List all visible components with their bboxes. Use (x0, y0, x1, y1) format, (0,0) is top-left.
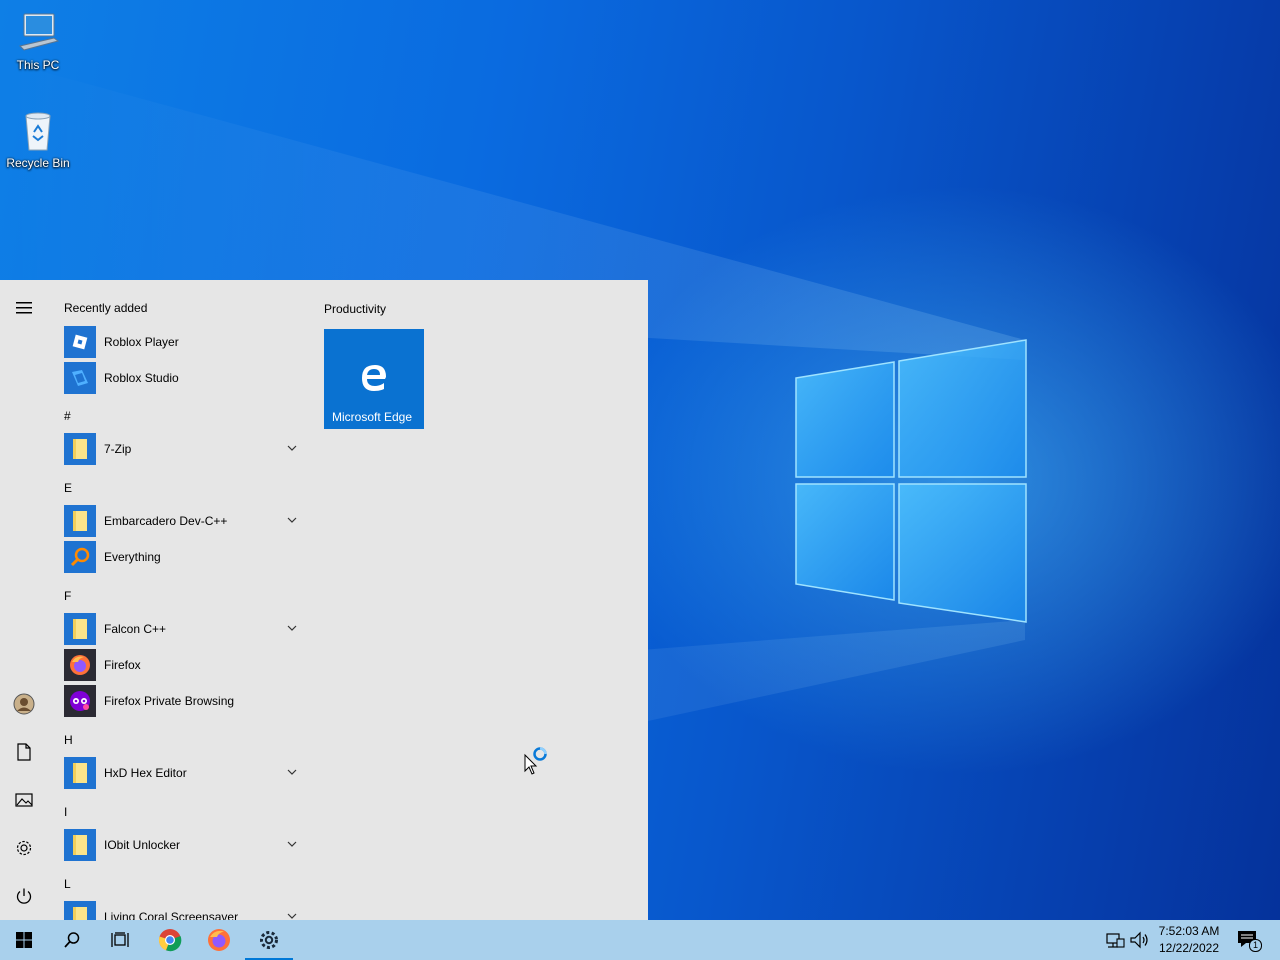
volume-icon[interactable] (1129, 930, 1149, 950)
folder-icon (64, 505, 96, 537)
tile-label: Microsoft Edge (332, 410, 413, 424)
app-item-roblox-player[interactable]: Roblox Player (64, 325, 304, 359)
roblox-player-icon (64, 326, 96, 358)
clock-date: 12/22/2022 (1158, 941, 1220, 955)
firefox-icon[interactable] (195, 920, 243, 960)
firefox-private-icon (64, 685, 96, 717)
desktop-icon-recycle-bin[interactable]: Recycle Bin (0, 106, 76, 170)
desktop-icon-label: Recycle Bin (6, 156, 70, 170)
folder-icon (64, 901, 96, 920)
app-item-iobit-unlocker[interactable]: IObit Unlocker (64, 828, 304, 862)
pictures-icon[interactable] (0, 776, 48, 824)
firefox-icon (64, 649, 96, 681)
recently-added-header: Recently added (64, 301, 148, 315)
folder-icon (64, 757, 96, 789)
desktop-icon-label: This PC (16, 58, 60, 72)
folder-icon (64, 433, 96, 465)
chrome-icon[interactable] (146, 920, 194, 960)
search-icon[interactable] (48, 920, 96, 960)
busy-cursor-icon (524, 747, 547, 775)
app-item-roblox-studio[interactable]: Roblox Studio (64, 361, 304, 395)
chevron-down-icon[interactable] (286, 442, 298, 454)
settings-gear-icon[interactable] (0, 824, 48, 872)
chevron-down-icon[interactable] (286, 766, 298, 778)
group-letter[interactable]: F (64, 589, 71, 603)
recycle-bin-icon (14, 106, 62, 154)
settings-gear-icon[interactable] (245, 920, 293, 960)
app-item-firefox[interactable]: Firefox (64, 648, 304, 682)
app-item-living-coral-screensaver[interactable]: Living Coral Screensaver (64, 900, 304, 920)
windows-start-icon[interactable] (0, 920, 48, 960)
start-menu: Recently added Roblox Player Roblox Stud… (0, 280, 648, 920)
documents-icon[interactable] (0, 728, 48, 776)
app-item-everything[interactable]: Everything (64, 540, 304, 574)
hamburger-menu-icon[interactable] (0, 284, 48, 332)
notification-count-badge: 1 (1249, 939, 1262, 952)
app-item-falcon-cpp[interactable]: Falcon C++ (64, 612, 304, 646)
group-letter[interactable]: I (64, 805, 67, 819)
folder-icon (64, 613, 96, 645)
tile-microsoft-edge[interactable]: Microsoft Edge (324, 329, 424, 429)
clock-time: 7:52:03 AM (1158, 924, 1220, 938)
action-center-button[interactable]: 1 (1236, 928, 1262, 952)
app-item-7-zip[interactable]: 7-Zip (64, 432, 304, 466)
app-item-firefox-private-browsing[interactable]: Firefox Private Browsing (64, 684, 304, 718)
network-icon[interactable] (1105, 930, 1125, 950)
app-item-hxd-hex-editor[interactable]: HxD Hex Editor (64, 756, 304, 790)
chevron-down-icon[interactable] (286, 910, 298, 920)
tile-group-title[interactable]: Productivity (324, 302, 386, 316)
task-view-icon[interactable] (96, 920, 144, 960)
taskbar: 7:52:03 AM 12/22/2022 1 (0, 920, 1280, 960)
chevron-down-icon[interactable] (286, 622, 298, 634)
group-letter[interactable]: H (64, 733, 73, 747)
everything-search-icon (64, 541, 96, 573)
user-avatar[interactable] (0, 680, 48, 728)
group-letter[interactable]: L (64, 877, 71, 891)
folder-icon (64, 829, 96, 861)
edge-icon (362, 365, 386, 391)
group-letter[interactable]: # (64, 409, 71, 423)
app-item-embarcadero-dev-cpp[interactable]: Embarcadero Dev-C++ (64, 504, 304, 538)
power-icon[interactable] (0, 872, 48, 920)
desktop-icon-this-pc[interactable]: This PC (0, 8, 76, 72)
app-list[interactable]: Recently added Roblox Player Roblox Stud… (56, 280, 308, 920)
taskbar-clock[interactable]: 7:52:03 AM 12/22/2022 (1152, 923, 1226, 957)
chevron-down-icon[interactable] (286, 514, 298, 526)
roblox-studio-icon (64, 362, 96, 394)
start-menu-rail (0, 280, 48, 920)
this-pc-icon (14, 8, 62, 56)
group-letter[interactable]: E (64, 481, 72, 495)
chevron-down-icon[interactable] (286, 838, 298, 850)
